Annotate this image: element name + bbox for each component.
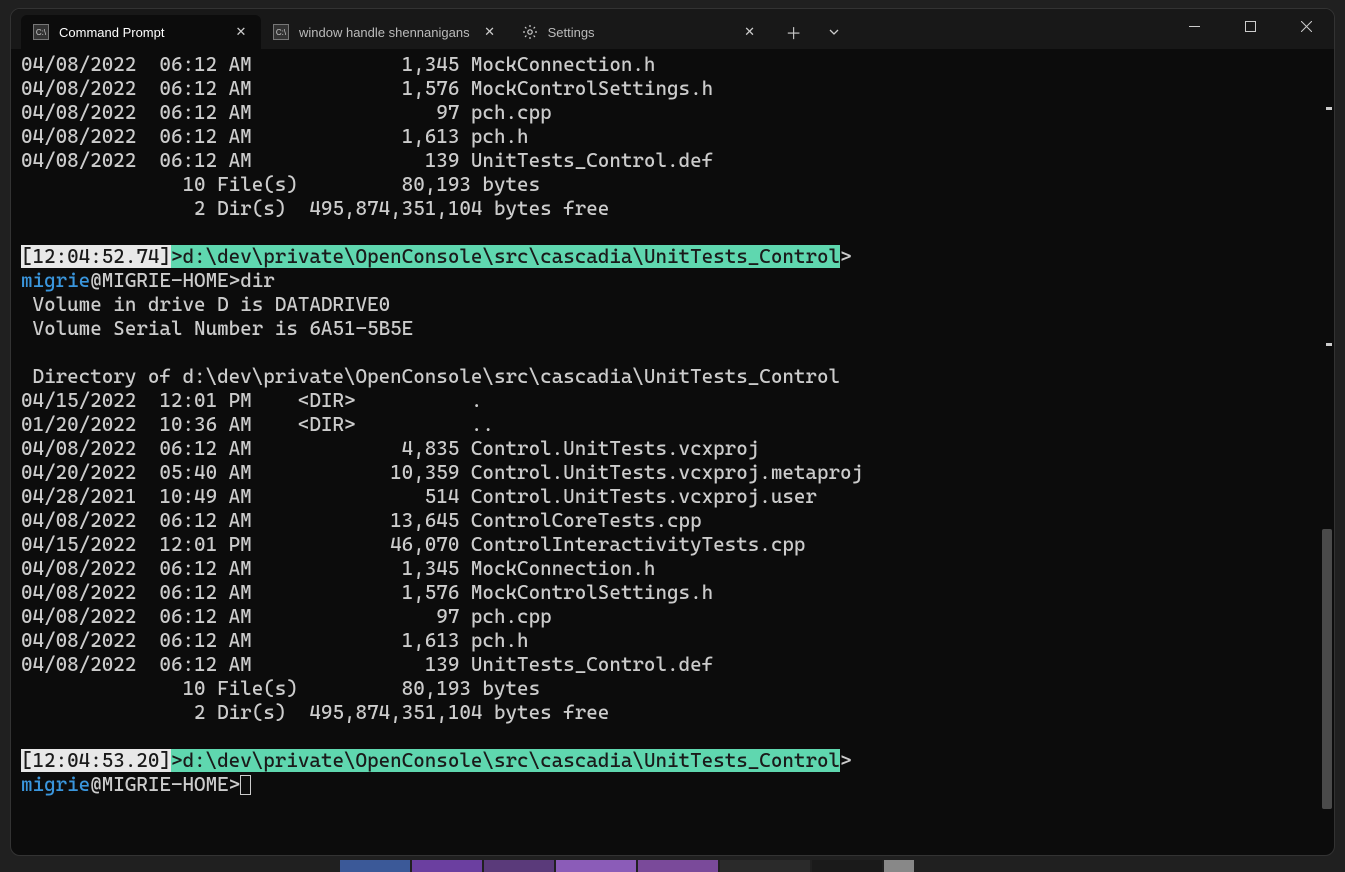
hostname: MIGRIE-HOME bbox=[102, 269, 229, 292]
new-tab-button[interactable]: ＋ bbox=[774, 15, 814, 49]
prompt-line-2: [12:04:53.20]>d:\dev\private\OpenConsole… bbox=[21, 749, 1324, 773]
timestamp: [12:04:53.20] bbox=[21, 749, 171, 772]
window-controls bbox=[1166, 9, 1334, 49]
tab-window-handle[interactable]: C:\ window handle shennanigans ✕ bbox=[261, 15, 510, 49]
username: migrie bbox=[21, 773, 90, 796]
username: migrie bbox=[21, 269, 90, 292]
tab-label: Settings bbox=[548, 25, 730, 40]
prompt-line-2b: migrie@MIGRIE-HOME> bbox=[21, 773, 1324, 797]
output-dir-block: 04/15/2022 12:01 PM <DIR> . 01/20/2022 1… bbox=[21, 389, 1324, 725]
cmd-icon: C:\ bbox=[273, 24, 289, 40]
close-icon[interactable]: ✕ bbox=[740, 22, 760, 42]
title-bar: C:\ Command Prompt ✕ C:\ window handle s… bbox=[11, 9, 1334, 49]
tab-command-prompt[interactable]: C:\ Command Prompt ✕ bbox=[21, 15, 261, 49]
close-icon[interactable]: ✕ bbox=[480, 22, 500, 42]
scroll-marks bbox=[1322, 49, 1332, 855]
scroll-mark bbox=[1326, 343, 1332, 346]
timestamp: [12:04:52.74] bbox=[21, 245, 171, 268]
path-segment: >d:\dev\private\OpenConsole\src\cascadia… bbox=[171, 245, 840, 268]
gear-icon bbox=[522, 24, 538, 40]
maximize-button[interactable] bbox=[1222, 9, 1278, 43]
hostname: MIGRIE-HOME bbox=[102, 773, 229, 796]
text-cursor bbox=[240, 775, 251, 795]
scroll-mark bbox=[1326, 107, 1332, 110]
tab-dropdown-button[interactable] bbox=[814, 15, 854, 49]
path-segment: >d:\dev\private\OpenConsole\src\cascadia… bbox=[171, 749, 840, 772]
prompt-arrow: > bbox=[840, 749, 852, 772]
cmd-icon: C:\ bbox=[33, 24, 49, 40]
close-button[interactable] bbox=[1278, 9, 1334, 43]
output-volume-block: Volume in drive D is DATADRIVE0 Volume S… bbox=[21, 293, 1324, 389]
prompt-line-1: [12:04:52.74]>d:\dev\private\OpenConsole… bbox=[21, 245, 1324, 269]
tab-label: window handle shennanigans bbox=[299, 25, 470, 40]
minimize-button[interactable] bbox=[1166, 9, 1222, 43]
terminal-content[interactable]: 04/08/2022 06:12 AM 1,345 MockConnection… bbox=[11, 49, 1334, 855]
taskbar-hint bbox=[340, 860, 960, 872]
command-text: dir bbox=[240, 269, 275, 292]
tab-label: Command Prompt bbox=[59, 25, 221, 40]
prompt-line-1b: migrie@MIGRIE-HOME>dir bbox=[21, 269, 1324, 293]
terminal-window: C:\ Command Prompt ✕ C:\ window handle s… bbox=[10, 8, 1335, 856]
tab-settings[interactable]: Settings ✕ bbox=[510, 15, 770, 49]
prompt-arrow: > bbox=[840, 245, 852, 268]
output-block-top: 04/08/2022 06:12 AM 1,345 MockConnection… bbox=[21, 53, 1324, 221]
close-icon[interactable]: ✕ bbox=[231, 22, 251, 42]
tab-actions: ＋ bbox=[774, 15, 854, 49]
scrollbar-thumb[interactable] bbox=[1322, 529, 1332, 809]
